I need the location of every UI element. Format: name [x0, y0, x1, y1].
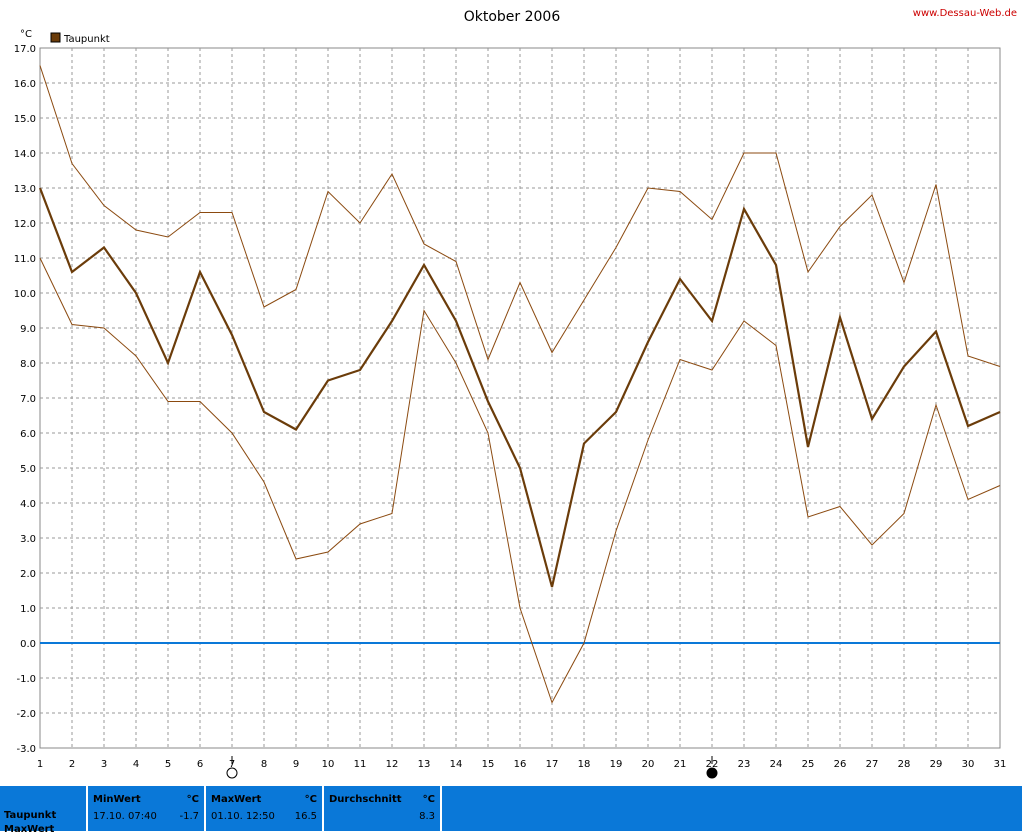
y-tick-label: 0.0: [20, 639, 36, 650]
y-tick-label: 7.0: [20, 394, 36, 405]
y-tick-label: 11.0: [14, 254, 36, 265]
x-tick-label: 4: [133, 759, 139, 770]
new-moon-icon: [706, 767, 718, 779]
summary-row-label-2: MaxWert: [4, 824, 55, 835]
x-tick-label: 5: [165, 759, 171, 770]
x-tick-label: 13: [418, 759, 431, 770]
y-axis-unit: °C: [20, 29, 32, 40]
x-tick-label: 16: [514, 759, 527, 770]
min-unit: °C: [186, 794, 199, 805]
x-tick-label: 27: [866, 759, 879, 770]
x-tick-label: 2: [69, 759, 75, 770]
max-unit: °C: [304, 794, 317, 805]
x-tick-label: 29: [930, 759, 943, 770]
min-value: -1.7: [179, 811, 199, 822]
y-tick-label: 2.0: [20, 569, 36, 580]
x-tick-label: 10: [322, 759, 335, 770]
x-tick-label: 14: [450, 759, 463, 770]
summary-row-label: Taupunkt: [4, 810, 57, 821]
y-tick-label: 10.0: [14, 289, 36, 300]
avg-value: 8.3: [419, 811, 435, 822]
y-tick-label: -3.0: [16, 744, 36, 755]
x-tick-label: 24: [770, 759, 783, 770]
x-tick-label: 23: [738, 759, 751, 770]
x-tick-label: 8: [261, 759, 267, 770]
y-tick-label: -2.0: [16, 709, 36, 720]
summary-avg-cell: Durchschnitt °C 8.3: [324, 786, 440, 831]
watermark: www.Dessau-Web.de: [913, 8, 1017, 19]
x-tick-label: 9: [293, 759, 299, 770]
y-tick-label: -1.0: [16, 674, 36, 685]
max-when: 01.10. 12:50: [211, 811, 275, 822]
min-header: MinWert: [93, 794, 141, 805]
x-tick-label: 18: [578, 759, 591, 770]
x-tick-label: 19: [610, 759, 623, 770]
y-tick-label: 15.0: [14, 114, 36, 125]
y-tick-label: 6.0: [20, 429, 36, 440]
x-tick-label: 17: [546, 759, 559, 770]
max-value: 16.5: [294, 811, 317, 822]
y-tick-label: 4.0: [20, 499, 36, 510]
x-tick-label: 21: [674, 759, 687, 770]
y-tick-label: 14.0: [14, 149, 36, 160]
x-tick-label: 6: [197, 759, 203, 770]
y-tick-label: 16.0: [14, 79, 36, 90]
x-tick-label: 31: [994, 759, 1007, 770]
legend-label: Taupunkt: [63, 34, 110, 45]
x-tick-label: 15: [482, 759, 495, 770]
chart-title: Oktober 2006: [464, 9, 561, 25]
avg-unit: °C: [422, 794, 435, 805]
x-tick-label: 25: [802, 759, 815, 770]
min-when: 17.10. 07:40: [93, 811, 157, 822]
y-tick-label: 8.0: [20, 359, 36, 370]
legend-swatch: [50, 32, 61, 43]
x-tick-label: 1: [37, 759, 43, 770]
x-tick-label: 26: [834, 759, 847, 770]
chart: 17.016.015.014.013.012.011.010.09.08.07.…: [14, 8, 1017, 779]
summary-min-cell: MinWert °C 17.10. 07:40 -1.7: [88, 786, 204, 831]
x-tick-label: 30: [962, 759, 975, 770]
summary-max-cell: MaxWert °C 01.10. 12:50 16.5: [206, 786, 322, 831]
x-tick-label: 11: [354, 759, 367, 770]
y-tick-label: 12.0: [14, 219, 36, 230]
x-tick-label: 20: [642, 759, 655, 770]
summary-table: Taupunkt MaxWert MinWert °C 17.10. 07:40…: [0, 786, 1024, 835]
avg-header: Durchschnitt: [329, 794, 402, 805]
y-tick-label: 13.0: [14, 184, 36, 195]
y-tick-label: 5.0: [20, 464, 36, 475]
full-moon-icon: [226, 767, 238, 779]
x-tick-label: 28: [898, 759, 911, 770]
y-tick-label: 9.0: [20, 324, 36, 335]
y-tick-label: 3.0: [20, 534, 36, 545]
x-tick-label: 3: [101, 759, 107, 770]
summary-filler: [442, 786, 1022, 831]
max-header: MaxWert: [211, 794, 262, 805]
summary-label-cell: Taupunkt MaxWert: [0, 786, 86, 835]
y-tick-label: 1.0: [20, 604, 36, 615]
x-tick-label: 12: [386, 759, 399, 770]
y-tick-label: 17.0: [14, 44, 36, 55]
